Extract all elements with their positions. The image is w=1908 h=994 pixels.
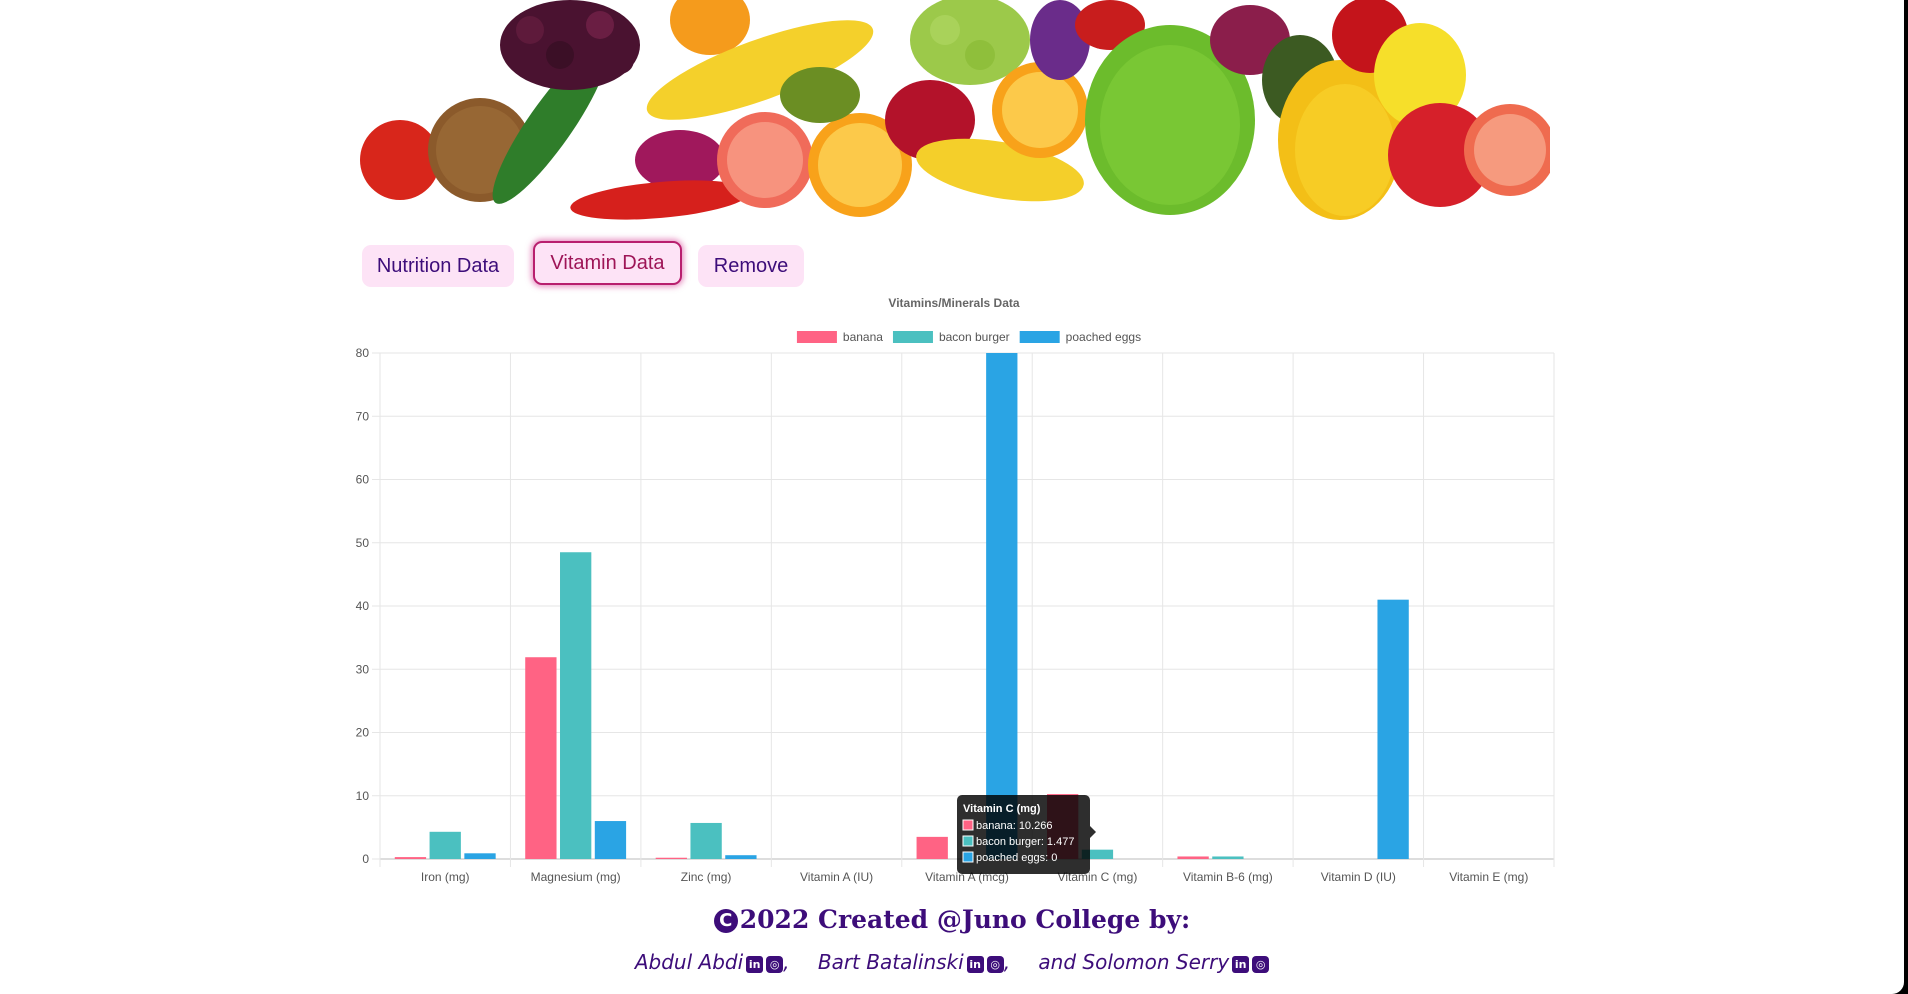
bar-banana [525, 657, 557, 859]
y-tick-label: 0 [362, 852, 369, 866]
author-name: Bart Batalinski [817, 950, 964, 974]
tooltip-swatch [962, 835, 974, 847]
linkedin-icon[interactable]: in [746, 956, 764, 973]
legend-item: poached eggs [1019, 330, 1141, 344]
author-bart-batalinski: Bart Batalinski in ◎, [818, 950, 1032, 974]
bar-bacon-burger [690, 822, 722, 859]
bar-poached-eggs [464, 853, 496, 859]
bar-banana [655, 857, 687, 859]
tooltip-caret [1090, 826, 1096, 838]
tooltip-line: bacon burger: 1.477 [976, 836, 1074, 848]
legend-label[interactable]: banana [843, 330, 883, 344]
legend-swatch[interactable] [892, 331, 933, 343]
x-tick-label: Vitamin A (IU) [800, 870, 873, 884]
footer-credit: C 2022 Created @Juno College by: [0, 905, 1904, 934]
bar-bacon-burger [560, 552, 592, 859]
legend-item: banana [796, 330, 883, 344]
footer-authors: Abdul Abdi in ◎, Bart Batalinski in ◎, and S… [0, 950, 1904, 974]
y-tick-label: 50 [356, 536, 370, 550]
x-tick-label: Vitamin D (IU) [1321, 870, 1396, 884]
legend-swatch[interactable] [1019, 331, 1060, 343]
bar-banana [916, 836, 948, 859]
y-tick-label: 20 [356, 726, 370, 740]
y-tick-label: 60 [356, 473, 370, 487]
y-tick-label: 70 [356, 409, 370, 423]
bar-banana [1177, 856, 1209, 859]
x-tick-label: Magnesium (mg) [531, 870, 621, 884]
chart-title: Vitamins/Minerals Data [888, 296, 1019, 310]
linkedin-icon[interactable]: in [966, 956, 984, 973]
linkedin-icon[interactable]: in [1232, 956, 1250, 973]
legend-swatch[interactable] [796, 331, 837, 343]
author-separator: , [1003, 950, 1011, 974]
x-tick-label: Zinc (mg) [681, 870, 732, 884]
github-icon[interactable]: ◎ [986, 956, 1004, 973]
bar-poached-eggs [986, 353, 1018, 859]
author-solomon-serry: and Solomon Serry in ◎ [1038, 950, 1270, 974]
vitamins-minerals-chart: Vitamins/Minerals Data banana bacon burger… [356, 296, 1555, 884]
bar-banana [394, 857, 427, 859]
y-tick-label: 30 [356, 662, 370, 676]
y-tick-label: 10 [356, 789, 370, 803]
x-tick-label: Iron (mg) [421, 870, 470, 884]
legend-item: bacon burger [892, 330, 1010, 344]
bar-poached-eggs [725, 855, 757, 859]
copyright-icon: C [713, 909, 738, 933]
legend-label[interactable]: poached eggs [1066, 330, 1141, 344]
author-abdul-abdi: Abdul Abdi in ◎, [635, 950, 812, 974]
github-icon[interactable]: ◎ [1252, 956, 1270, 973]
y-tick-label: 80 [356, 346, 370, 360]
tooltip-swatch [962, 819, 974, 831]
tooltip-title: Vitamin C (mg) [963, 803, 1041, 815]
author-name: and Solomon Serry [1038, 950, 1230, 974]
bar-poached-eggs [594, 821, 627, 859]
tooltip-line: banana: 10.266 [976, 820, 1052, 832]
y-tick-label: 40 [356, 599, 370, 613]
footer-credit-text: 2022 Created @Juno College by: [739, 905, 1191, 934]
x-tick-label: Vitamin B-6 (mg) [1183, 870, 1273, 884]
author-separator: , [783, 950, 790, 974]
legend-label[interactable]: bacon burger [939, 330, 1010, 344]
bar-bacon-burger [1212, 856, 1244, 859]
tooltip-line: poached eggs: 0 [976, 852, 1057, 864]
page: Nutrition Data Vitamin Data Remove Vitam… [0, 0, 1904, 994]
bar-poached-eggs [1377, 599, 1409, 859]
tooltip-swatch [962, 851, 974, 863]
bar-bacon-burger [429, 831, 461, 859]
x-tick-label: Vitamin E (mg) [1449, 870, 1528, 884]
author-name: Abdul Abdi [634, 950, 744, 974]
github-icon[interactable]: ◎ [766, 956, 784, 973]
